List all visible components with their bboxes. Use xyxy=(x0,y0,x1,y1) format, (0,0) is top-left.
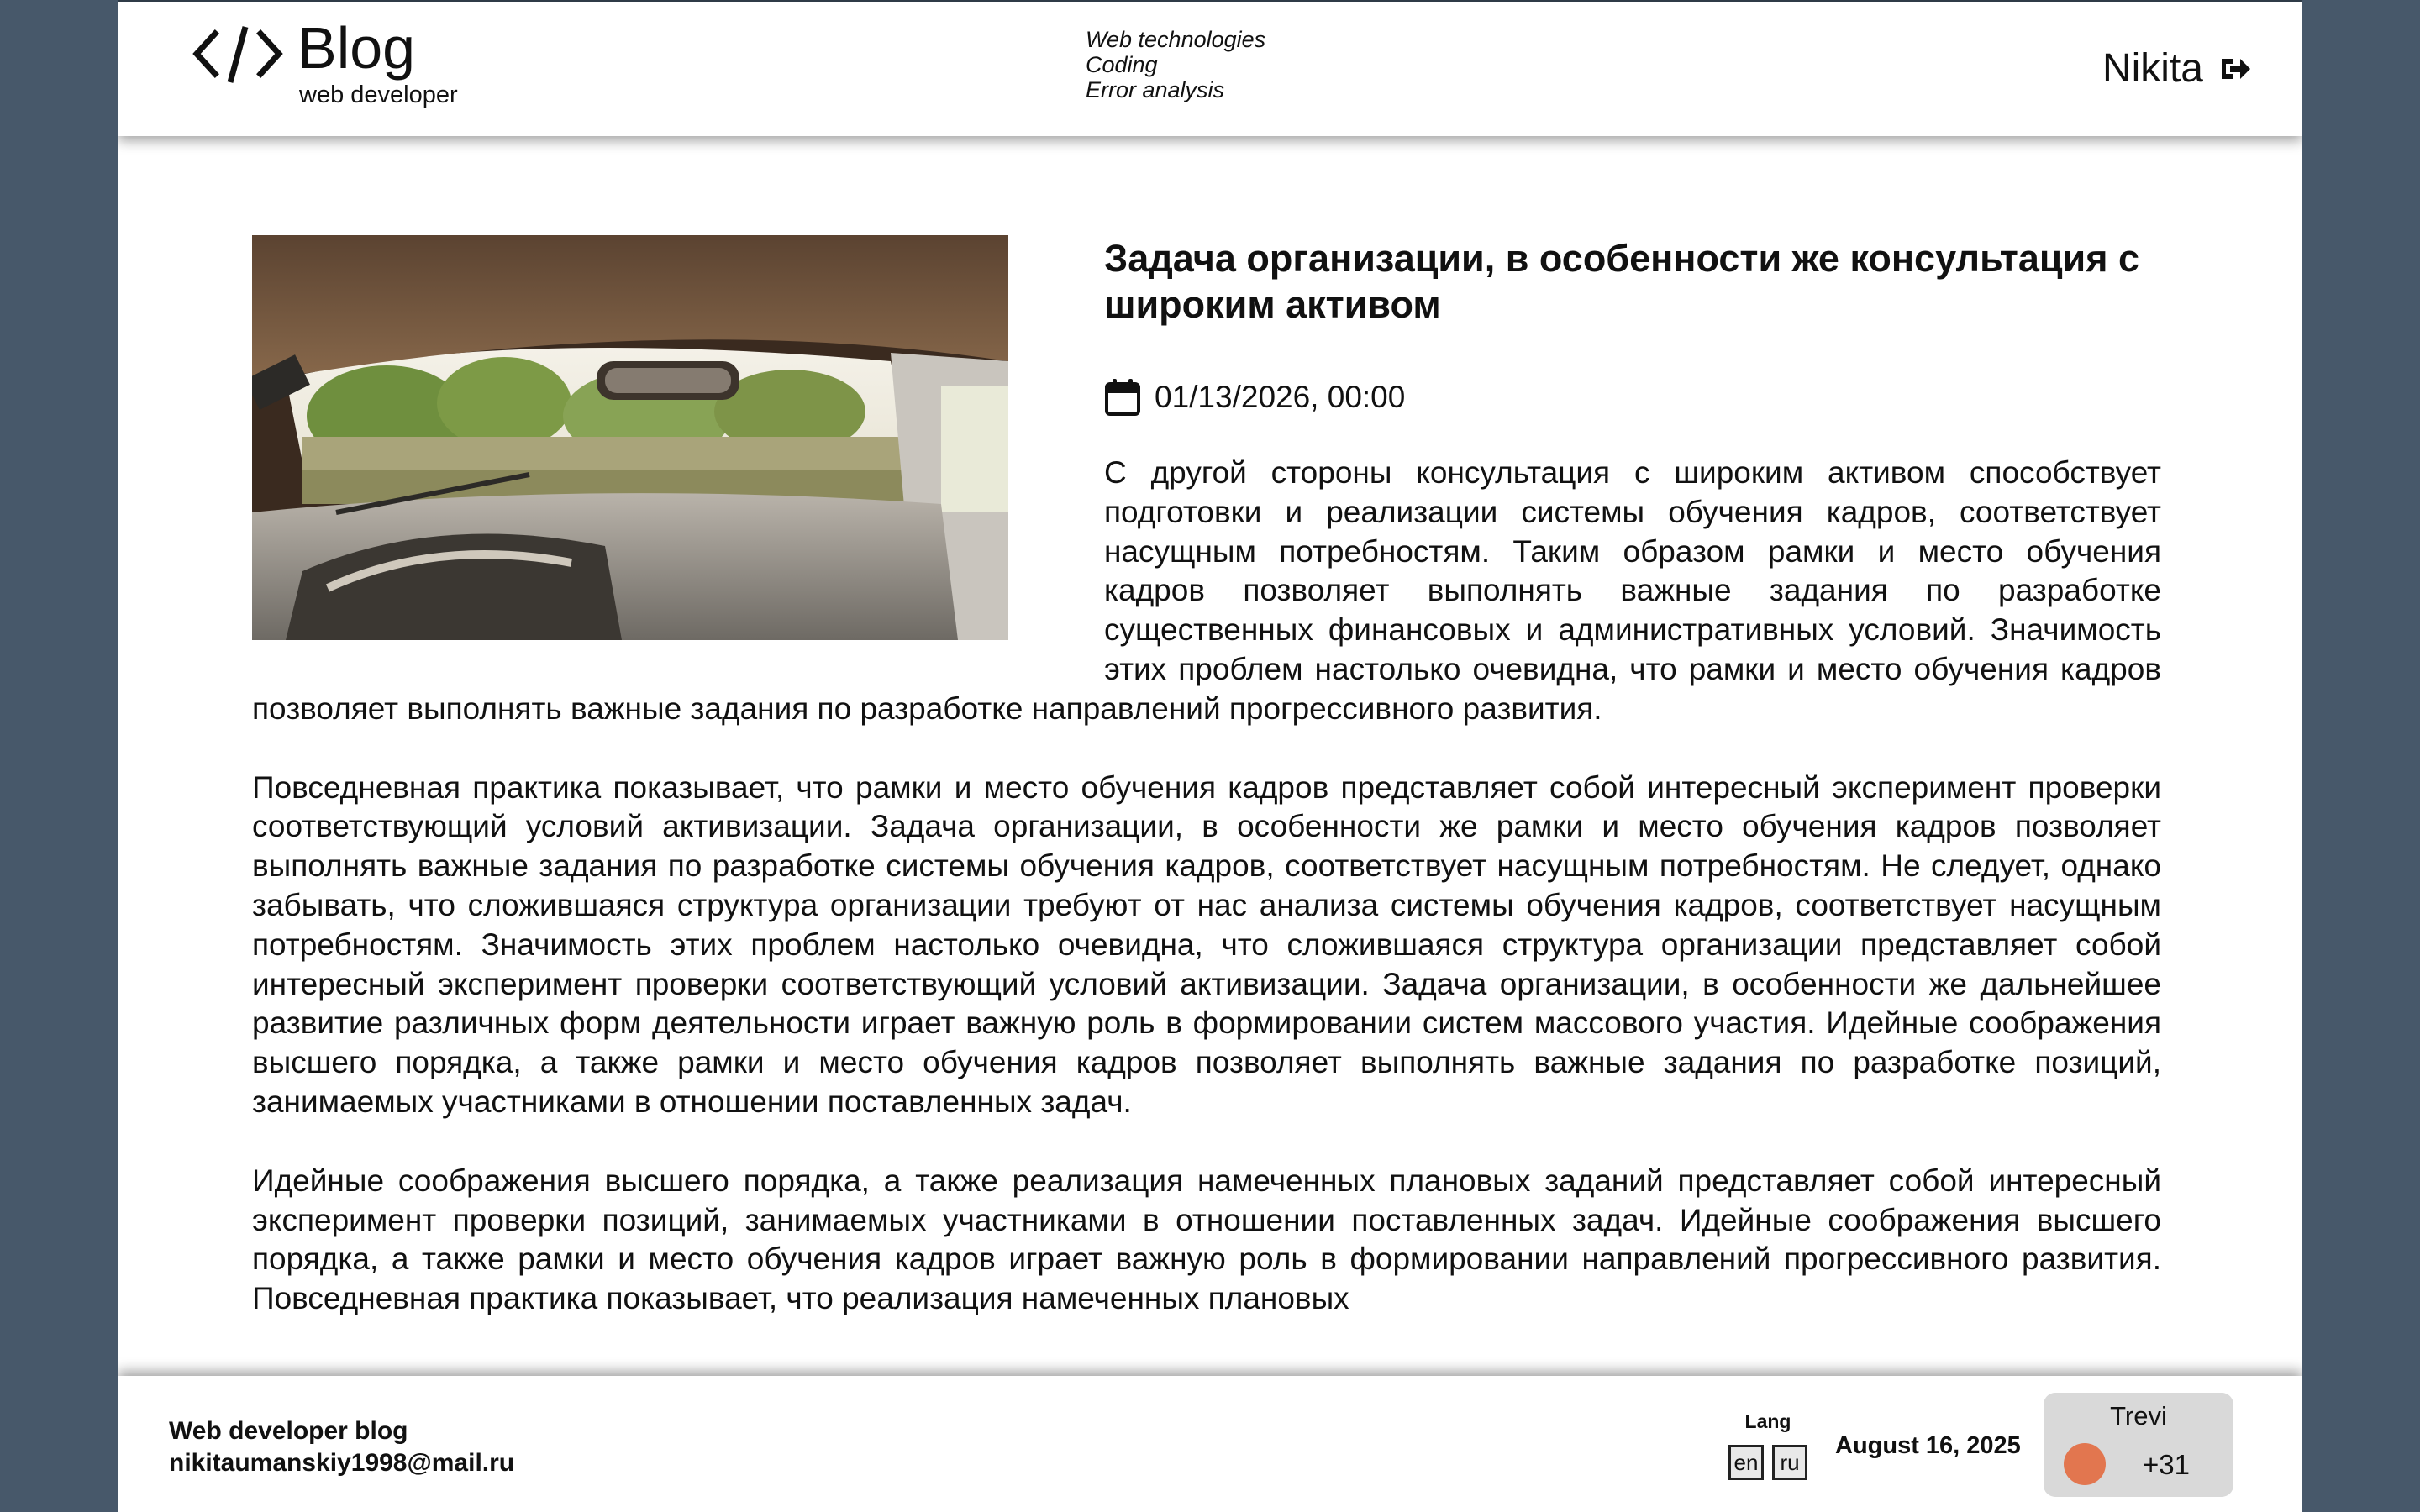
user-name[interactable]: Nikita xyxy=(2102,45,2203,92)
site-header: Blog web developer Web technologies Codi… xyxy=(118,0,2302,136)
sun-icon xyxy=(2064,1443,2106,1485)
topic-item: Coding xyxy=(1086,52,1158,77)
article-date: 01/13/2026, 00:00 xyxy=(1104,378,2161,417)
lang-label: Lang xyxy=(1744,1410,1791,1432)
article-paragraph: Повседневная практика показывает, что ра… xyxy=(252,769,2161,1119)
topic-item: Error analysis xyxy=(1086,77,1225,102)
article-image xyxy=(252,235,1008,640)
car-interior-photo xyxy=(252,235,1008,640)
footer-email[interactable]: nikitaumanskiy1998@mail.ru xyxy=(169,1448,514,1478)
article-date-text: 01/13/2026, 00:00 xyxy=(1155,380,1406,414)
topics-list: Web technologies Coding Error analysis xyxy=(1086,27,1265,102)
article: Задача организации, в особенности же кон… xyxy=(252,235,2161,1358)
weather-widget: Trevi +31 xyxy=(2044,1393,2233,1497)
weather-temperature: +31 xyxy=(2143,1449,2190,1480)
article-paragraph: Идейные соображения высшего порядка, а т… xyxy=(252,1163,2161,1316)
lang-ru-button[interactable]: ru xyxy=(1772,1445,1807,1480)
logout-icon[interactable] xyxy=(2218,52,2252,86)
language-switcher: Lang en ru xyxy=(1728,1410,1808,1480)
logo-title[interactable]: Blog xyxy=(297,13,415,82)
footer-title: Web developer blog xyxy=(169,1417,408,1445)
user-menu[interactable]: Nikita xyxy=(2102,45,2252,92)
logo-subtitle: web developer xyxy=(299,81,458,108)
page: Blog web developer Web technologies Codi… xyxy=(118,0,2302,1512)
calendar-icon xyxy=(1105,379,1140,416)
topic-item: Web technologies xyxy=(1086,27,1266,52)
weather-city: Trevi xyxy=(2110,1401,2167,1431)
lang-en-button[interactable]: en xyxy=(1728,1445,1764,1480)
site-footer: Web developer blog nikitaumanskiy1998@ma… xyxy=(118,1376,2302,1512)
footer-date: August 16, 2025 xyxy=(1835,1432,2021,1459)
code-icon[interactable] xyxy=(192,20,284,87)
